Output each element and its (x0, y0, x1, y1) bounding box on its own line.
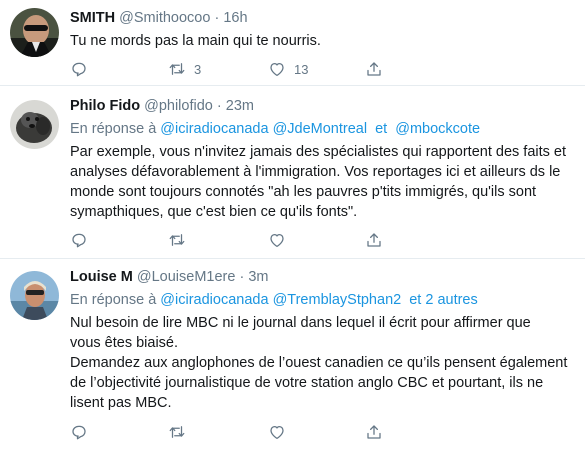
reply-joiner: et (375, 121, 388, 137)
share-icon (365, 423, 383, 441)
reply-prefix: En réponse à (70, 121, 157, 137)
reply-icon (70, 423, 88, 441)
user-name[interactable]: Philo Fido (70, 98, 140, 114)
retweet-count: 3 (194, 61, 202, 77)
mention-link[interactable]: @iciradiocanada (160, 121, 268, 137)
tweet-header: Louise M @LouiseM1ere · 3m (70, 267, 573, 287)
like-count: 13 (294, 61, 309, 77)
avatar[interactable] (10, 100, 59, 149)
separator: · (239, 269, 245, 285)
timestamp[interactable]: 23m (226, 98, 254, 114)
mention-link[interactable]: @TremblayStphan2 (273, 292, 402, 308)
avatar[interactable] (10, 271, 59, 320)
retweet-icon (168, 423, 186, 441)
user-name[interactable]: Louise M (70, 269, 133, 285)
tweet-actions: 3 13 (70, 59, 585, 83)
like-icon (268, 423, 286, 441)
reply-icon (70, 231, 88, 249)
tweet[interactable]: Louise M @LouiseM1ere · 3m En réponse à … (0, 259, 585, 451)
retweet-button[interactable] (168, 422, 186, 442)
tweet-actions (70, 230, 585, 254)
tweet-header: Philo Fido @philofido · 23m (70, 96, 573, 116)
like-button[interactable] (268, 422, 286, 442)
share-icon (365, 231, 383, 249)
share-button[interactable] (365, 59, 383, 79)
like-icon (268, 60, 286, 78)
share-button[interactable] (365, 422, 383, 442)
retweet-icon (168, 60, 186, 78)
reply-context: En réponse à @iciradiocanada @JdeMontrea… (70, 119, 573, 139)
tweet-actions (70, 422, 585, 446)
tweet-header: SMITH @Smithoocoo · 16h (70, 8, 573, 28)
retweet-icon (168, 231, 186, 249)
mention-link[interactable]: @mbockcote (395, 121, 480, 137)
reply-icon (70, 60, 88, 78)
like-icon (268, 231, 286, 249)
separator: · (216, 98, 222, 114)
tweet[interactable]: Philo Fido @philofido · 23m En réponse à… (0, 86, 585, 259)
tweet[interactable]: SMITH @Smithoocoo · 16h Tu ne mords pas … (0, 0, 585, 86)
mention-link[interactable]: @iciradiocanada (160, 292, 268, 308)
retweet-button[interactable]: 3 (168, 59, 201, 79)
user-name[interactable]: SMITH (70, 10, 115, 26)
timestamp[interactable]: 16h (223, 10, 247, 26)
reply-context: En réponse à @iciradiocanada @TremblaySt… (70, 290, 573, 310)
share-icon (365, 60, 383, 78)
timestamp[interactable]: 3m (248, 269, 268, 285)
like-button[interactable]: 13 (268, 59, 308, 79)
reply-prefix: En réponse à (70, 292, 157, 308)
more-mentions-link[interactable]: et 2 autres (409, 292, 478, 308)
share-button[interactable] (365, 230, 383, 250)
reply-button[interactable] (70, 59, 96, 79)
tweet-text: Nul besoin de lire MBC ni le journal dan… (70, 315, 568, 411)
like-button[interactable] (268, 230, 286, 250)
user-handle[interactable]: @philofido (144, 98, 213, 114)
user-handle[interactable]: @LouiseM1ere (137, 269, 236, 285)
reply-button[interactable] (70, 230, 88, 250)
tweet-text: Tu ne mords pas la main qui te nourris. (70, 33, 321, 49)
separator: · (214, 10, 220, 26)
mention-link[interactable]: @JdeMontreal (273, 121, 368, 137)
reply-button[interactable] (70, 422, 88, 442)
tweet-text: Par exemple, vous n'invitez jamais des s… (70, 144, 567, 220)
avatar[interactable] (10, 8, 59, 57)
retweet-button[interactable] (168, 230, 186, 250)
user-handle[interactable]: @Smithoocoo (119, 10, 210, 26)
